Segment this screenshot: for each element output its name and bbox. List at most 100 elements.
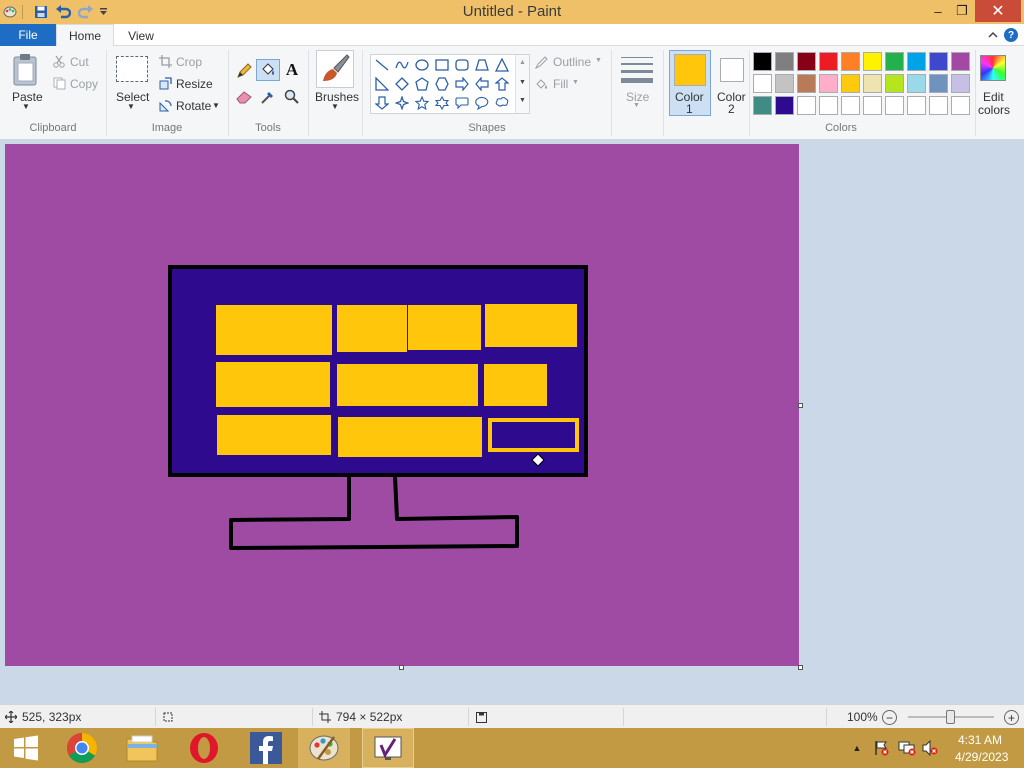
polygon-shape-icon[interactable] xyxy=(473,56,491,74)
resize-icon[interactable] xyxy=(158,76,172,90)
rounded-callout-shape-icon[interactable] xyxy=(453,94,471,112)
zoom-in-button[interactable]: + xyxy=(1004,710,1019,725)
palette-swatch[interactable] xyxy=(841,96,860,115)
chrome-icon[interactable] xyxy=(56,728,108,768)
canvas-resize-handle-right[interactable] xyxy=(798,403,803,408)
canvas-resize-handle-bottom[interactable] xyxy=(399,665,404,670)
file-tab[interactable]: File xyxy=(0,24,56,46)
eraser-icon[interactable] xyxy=(235,88,253,106)
palette-swatch[interactable] xyxy=(863,52,882,71)
drawing-canvas[interactable] xyxy=(5,144,799,666)
scroll-down-icon[interactable]: ▼ xyxy=(519,79,526,86)
palette-swatch[interactable] xyxy=(841,52,860,71)
rectangle-shape-icon[interactable] xyxy=(433,56,451,74)
edit-colors-label-2[interactable]: colors xyxy=(978,103,1010,117)
paste-dropdown-arrow[interactable]: ▼ xyxy=(22,102,30,111)
right-arrow-shape-icon[interactable] xyxy=(453,75,471,93)
rotate-label[interactable]: Rotate xyxy=(176,99,211,113)
up-arrow-shape-icon[interactable] xyxy=(493,75,511,93)
curve-shape-icon[interactable] xyxy=(393,56,411,74)
palette-swatch[interactable] xyxy=(907,52,926,71)
color2-swatch[interactable] xyxy=(720,58,744,82)
line-shape-icon[interactable] xyxy=(373,56,391,74)
crop-label[interactable]: Crop xyxy=(176,55,202,69)
rotate-icon[interactable] xyxy=(158,98,172,112)
fill-with-color-icon[interactable] xyxy=(256,59,280,81)
opera-icon[interactable] xyxy=(178,728,230,768)
pencil-icon[interactable] xyxy=(235,62,253,80)
left-arrow-shape-icon[interactable] xyxy=(473,75,491,93)
palette-swatch[interactable] xyxy=(797,96,816,115)
palette-swatch[interactable] xyxy=(951,96,970,115)
start-button[interactable] xyxy=(0,728,52,768)
five-point-star-shape-icon[interactable] xyxy=(413,94,431,112)
palette-swatch[interactable] xyxy=(929,52,948,71)
outline-dropdown-arrow[interactable]: ▼ xyxy=(595,57,602,64)
fill-icon[interactable] xyxy=(534,77,548,91)
paint-taskbar-icon[interactable] xyxy=(298,728,350,768)
palette-swatch[interactable] xyxy=(885,52,904,71)
clock-date[interactable]: 4/29/2023 xyxy=(955,750,1008,764)
cut-label[interactable]: Cut xyxy=(70,55,89,69)
palette-swatch[interactable] xyxy=(885,74,904,93)
tab-home[interactable]: Home xyxy=(56,24,114,47)
palette-swatch[interactable] xyxy=(907,74,926,93)
palette-swatch[interactable] xyxy=(863,96,882,115)
copy-label[interactable]: Copy xyxy=(70,77,98,91)
shapes-gallery-scrollbar[interactable]: ▲ ▼ ▼ xyxy=(515,55,529,113)
edit-colors-icon[interactable] xyxy=(980,55,1006,81)
rounded-rectangle-shape-icon[interactable] xyxy=(453,56,471,74)
fill-dropdown-arrow[interactable]: ▼ xyxy=(572,79,579,86)
palette-swatch[interactable] xyxy=(951,52,970,71)
file-explorer-icon[interactable] xyxy=(116,728,168,768)
palette-swatch[interactable] xyxy=(819,52,838,71)
palette-swatch[interactable] xyxy=(753,74,772,93)
six-point-star-shape-icon[interactable] xyxy=(433,94,451,112)
outline-label[interactable]: Outline xyxy=(553,55,591,69)
size-dropdown-arrow[interactable]: ▼ xyxy=(633,102,640,109)
zoom-slider-thumb[interactable] xyxy=(946,710,955,724)
rotate-dropdown-arrow[interactable]: ▼ xyxy=(212,101,220,110)
palette-swatch[interactable] xyxy=(775,96,794,115)
text-tool-icon[interactable]: A xyxy=(283,60,301,80)
palette-swatch[interactable] xyxy=(841,74,860,93)
magnifier-icon[interactable] xyxy=(283,88,301,106)
help-icon[interactable]: ? xyxy=(1004,28,1018,42)
tab-view[interactable]: View xyxy=(116,24,166,47)
network-icon[interactable] xyxy=(896,728,918,768)
zoom-out-button[interactable]: − xyxy=(882,710,897,725)
palette-swatch[interactable] xyxy=(951,74,970,93)
crop-icon[interactable] xyxy=(158,54,172,68)
palette-swatch[interactable] xyxy=(863,74,882,93)
palette-swatch[interactable] xyxy=(929,74,948,93)
restore-button[interactable]: ❐ xyxy=(946,0,978,22)
size-icon[interactable] xyxy=(619,54,655,86)
palette-swatch[interactable] xyxy=(753,52,772,71)
facebook-icon[interactable] xyxy=(240,728,292,768)
palette-swatch[interactable] xyxy=(819,74,838,93)
oval-callout-shape-icon[interactable] xyxy=(473,94,491,112)
fill-label[interactable]: Fill xyxy=(553,77,568,91)
select-dropdown-arrow[interactable]: ▼ xyxy=(127,102,135,111)
four-point-star-shape-icon[interactable] xyxy=(393,94,411,112)
palette-swatch[interactable] xyxy=(819,96,838,115)
resize-label[interactable]: Resize xyxy=(176,77,213,91)
outline-icon[interactable] xyxy=(534,55,548,69)
close-button[interactable]: ✕ xyxy=(975,0,1021,22)
cloud-callout-shape-icon[interactable] xyxy=(493,94,511,112)
palette-swatch[interactable] xyxy=(885,96,904,115)
paste-icon[interactable] xyxy=(10,52,42,88)
palette-swatch[interactable] xyxy=(929,96,948,115)
diamond-shape-icon[interactable] xyxy=(393,75,411,93)
minimize-ribbon-icon[interactable] xyxy=(986,28,1000,42)
color2-number[interactable]: 2 xyxy=(728,102,735,116)
action-center-icon[interactable] xyxy=(872,728,892,768)
cut-icon[interactable] xyxy=(52,54,66,68)
visual-studio-icon[interactable] xyxy=(362,728,414,768)
palette-swatch[interactable] xyxy=(753,96,772,115)
oval-shape-icon[interactable] xyxy=(413,56,431,74)
canvas-resize-handle-corner[interactable] xyxy=(798,665,803,670)
down-arrow-shape-icon[interactable] xyxy=(373,94,391,112)
pentagon-shape-icon[interactable] xyxy=(413,75,431,93)
select-icon[interactable] xyxy=(116,56,148,82)
